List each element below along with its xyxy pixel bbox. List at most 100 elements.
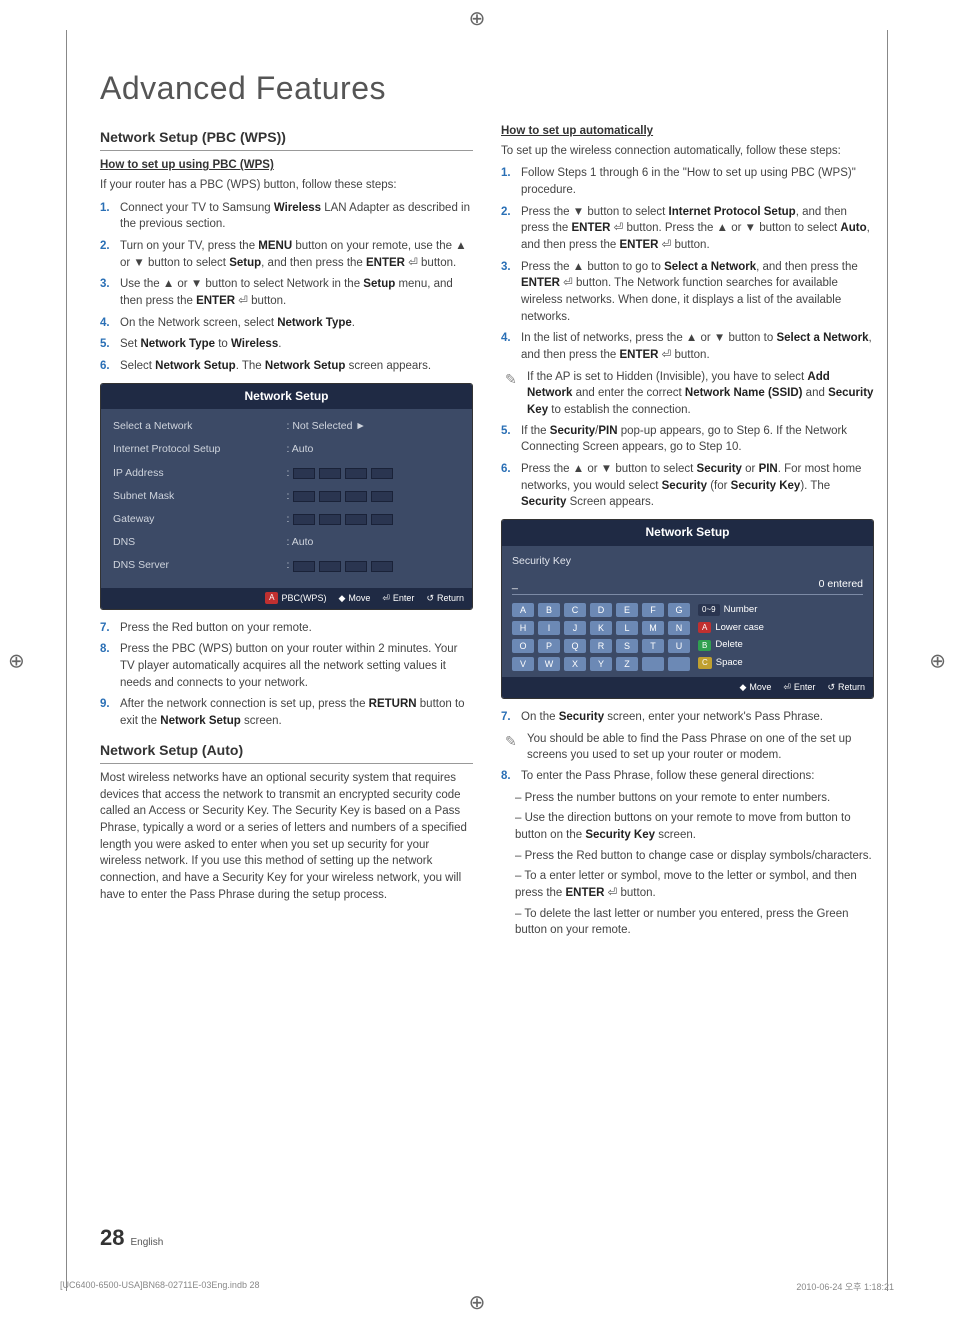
- security-key-panel: Network Setup Security Key _ 0 entered A…: [501, 519, 874, 699]
- panel-row-label: Internet Protocol Setup: [113, 442, 287, 457]
- pbc-steps: 1.Connect your TV to Samsung Wireless LA…: [100, 200, 473, 375]
- note-text: If the AP is set to Hidden (Invisible), …: [527, 369, 874, 419]
- key-S[interactable]: S: [616, 639, 638, 653]
- key-X[interactable]: X: [564, 657, 586, 671]
- page-number: 28 English: [100, 1225, 163, 1251]
- panel-row: IP Address:: [113, 466, 460, 481]
- side-key-number[interactable]: 0~9Number: [698, 603, 764, 617]
- panel-row: Internet Protocol Setup: Auto: [113, 442, 460, 457]
- key-H[interactable]: H: [512, 621, 534, 635]
- footer-move: Move: [338, 592, 370, 605]
- footer-move: Move: [739, 681, 771, 694]
- key-U[interactable]: U: [668, 639, 690, 653]
- key-E[interactable]: E: [616, 603, 638, 617]
- panel-row: DNS Server:: [113, 558, 460, 573]
- direction-item: Use the direction buttons on your remote…: [515, 810, 874, 843]
- trim-line: [887, 30, 888, 1291]
- key-B[interactable]: B: [538, 603, 560, 617]
- key-I[interactable]: I: [538, 621, 560, 635]
- network-setup-panel: Network Setup Select a Network: Not Sele…: [100, 383, 473, 610]
- step-item: 5.Set Network Type to Wireless.: [100, 336, 473, 353]
- key-K[interactable]: K: [590, 621, 612, 635]
- crop-mark-icon: ⊕: [469, 1290, 486, 1315]
- step-item: 8.Press the PBC (WPS) button on your rou…: [100, 641, 473, 691]
- side-key-space[interactable]: CSpace: [698, 656, 764, 670]
- note-icon: ✎: [505, 369, 521, 419]
- panel-row-label: Select a Network: [113, 419, 287, 434]
- panel-footer: A PBC(WPS) Move Enter Return: [101, 588, 472, 609]
- direction-item: Press the Red button to change case or d…: [515, 848, 874, 865]
- key-P[interactable]: P: [538, 639, 560, 653]
- panel-row-label: Subnet Mask: [113, 489, 287, 504]
- intro-text: To set up the wireless connection automa…: [501, 143, 874, 160]
- auto-steps-cont: 5.If the Security/PIN pop-up appears, go…: [501, 423, 874, 511]
- key-O[interactable]: O: [512, 639, 534, 653]
- print-footer: [UC6400-6500-USA]BN68-02711E-03Eng.indb …: [60, 1280, 894, 1293]
- key-Q[interactable]: Q: [564, 639, 586, 653]
- panel-row-value: :: [287, 558, 461, 573]
- key-V[interactable]: V: [512, 657, 534, 671]
- panel-title: Network Setup: [502, 520, 873, 545]
- footer-file: [UC6400-6500-USA]BN68-02711E-03Eng.indb …: [60, 1280, 259, 1293]
- panel-title: Network Setup: [101, 384, 472, 409]
- key-L[interactable]: L: [616, 621, 638, 635]
- direction-item: Press the number buttons on your remote …: [515, 790, 874, 807]
- panel-footer: Move Enter Return: [502, 677, 873, 698]
- step-item: 8.To enter the Pass Phrase, follow these…: [501, 768, 874, 785]
- note-icon: ✎: [505, 731, 521, 764]
- footer-pbc: A PBC(WPS): [265, 592, 326, 605]
- panel-row-value: : Auto: [287, 535, 461, 550]
- red-a-icon: A: [265, 592, 278, 604]
- panel-row-value: : Auto: [287, 442, 461, 457]
- crop-mark-icon: ⊕: [929, 648, 946, 673]
- section-heading-pbc: Network Setup (PBC (WPS)): [100, 127, 473, 151]
- panel-row-value: :: [287, 466, 461, 481]
- key-C[interactable]: C: [564, 603, 586, 617]
- page-content: Advanced Features Network Setup (PBC (WP…: [100, 70, 874, 1251]
- pbc-steps-cont: 7.Press the Red button on your remote.8.…: [100, 620, 473, 730]
- auto-steps: 1.Follow Steps 1 through 6 in the "How t…: [501, 165, 874, 363]
- key-Y[interactable]: Y: [590, 657, 612, 671]
- note-text: You should be able to find the Pass Phra…: [527, 731, 874, 764]
- key-R[interactable]: R: [590, 639, 612, 653]
- step-item: 4.In the list of networks, press the ▲ o…: [501, 330, 874, 363]
- step-item: 6.Select Network Setup. The Network Setu…: [100, 358, 473, 375]
- note-block: ✎ If the AP is set to Hidden (Invisible)…: [505, 369, 874, 419]
- key-F[interactable]: F: [642, 603, 664, 617]
- panel-row: Subnet Mask:: [113, 489, 460, 504]
- key-G[interactable]: G: [668, 603, 690, 617]
- key-blank: [668, 657, 690, 671]
- step-item: 6.Press the ▲ or ▼ button to select Secu…: [501, 461, 874, 511]
- key-input-row: _ 0 entered: [512, 575, 863, 595]
- key-W[interactable]: W: [538, 657, 560, 671]
- page-number-value: 28: [100, 1225, 124, 1251]
- subheading-pbc: How to set up using PBC (WPS): [100, 157, 473, 174]
- panel-row: Select a Network: Not Selected ►: [113, 419, 460, 434]
- key-blank: [642, 657, 664, 671]
- panel-row-label: IP Address: [113, 466, 287, 481]
- key-J[interactable]: J: [564, 621, 586, 635]
- key-N[interactable]: N: [668, 621, 690, 635]
- key-M[interactable]: M: [642, 621, 664, 635]
- panel-row-label: DNS Server: [113, 558, 287, 573]
- step-item: 3.Press the ▲ button to go to Select a N…: [501, 259, 874, 326]
- keyboard-grid: ABCDEFG HIJKLMN OPQRSTU VWXYZ 0~9Number ALow…: [512, 603, 863, 671]
- key-A[interactable]: A: [512, 603, 534, 617]
- step-item: 7.On the Security screen, enter your net…: [501, 709, 874, 726]
- direction-item: To a enter letter or symbol, move to the…: [515, 868, 874, 901]
- key-T[interactable]: T: [642, 639, 664, 653]
- panel-row: DNS: Auto: [113, 535, 460, 550]
- step-item: 5.If the Security/PIN pop-up appears, go…: [501, 423, 874, 456]
- page-title: Advanced Features: [100, 70, 874, 107]
- step-item: 1.Follow Steps 1 through 6 in the "How t…: [501, 165, 874, 198]
- footer-timestamp: 2010-06-24 오후 1:18:21: [796, 1280, 894, 1293]
- side-key-lower-case[interactable]: ALower case: [698, 621, 764, 635]
- footer-return: Return: [827, 681, 865, 694]
- panel-row-value: :: [287, 489, 461, 504]
- key-D[interactable]: D: [590, 603, 612, 617]
- step-item: 3.Use the ▲ or ▼ button to select Networ…: [100, 276, 473, 309]
- footer-return: Return: [426, 592, 464, 605]
- key-Z[interactable]: Z: [616, 657, 638, 671]
- panel-body: Security Key _ 0 entered ABCDEFGHIJKLMNO…: [502, 546, 873, 677]
- side-key-delete[interactable]: BDelete: [698, 638, 764, 652]
